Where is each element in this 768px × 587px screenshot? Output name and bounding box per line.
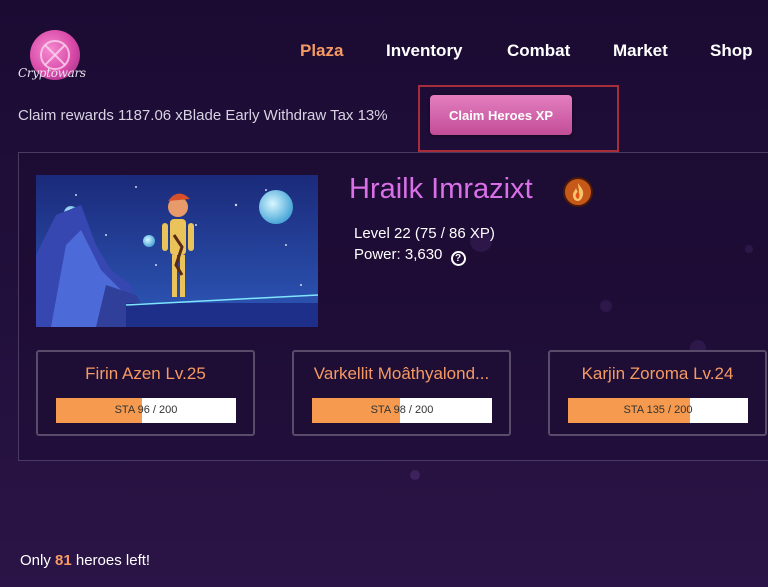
party-hero-card[interactable]: Varkellit Moâthyalond... STA 98 / 200 [292, 350, 511, 436]
nav-shop[interactable]: Shop [710, 41, 753, 61]
hero-level: Level 22 (75 / 86 XP) [354, 225, 495, 242]
claim-rewards-text: Claim rewards 1187.06 xBlade Early Withd… [18, 107, 388, 124]
stamina-bar: STA 96 / 200 [56, 398, 236, 423]
hero-name: Hrailk Imrazixt [349, 173, 533, 205]
stamina-text: STA 135 / 200 [623, 404, 693, 416]
nav-plaza[interactable]: Plaza [300, 41, 343, 61]
stamina-bar: STA 98 / 200 [312, 398, 492, 423]
logo-text: Cryptowars [18, 66, 86, 80]
nav-market[interactable]: Market [613, 41, 668, 61]
party-hero-name: Firin Azen Lv.25 [85, 364, 206, 383]
heroes-left-text: Only 81 heroes left! [20, 552, 150, 569]
stamina-text: STA 98 / 200 [370, 404, 434, 416]
stamina-bar: STA 135 / 200 [568, 398, 748, 423]
stamina-text: STA 96 / 200 [114, 404, 178, 416]
hero-power: Power: 3,630 ? [354, 246, 466, 266]
nav-combat[interactable]: Combat [507, 41, 570, 61]
hero-portrait[interactable] [36, 175, 318, 327]
party-hero-name: Karjin Zoroma Lv.24 [581, 364, 734, 383]
party-hero-card[interactable]: Karjin Zoroma Lv.24 STA 135 / 200 [548, 350, 767, 436]
bg-dot [410, 470, 420, 480]
heroes-left-prefix: Only [20, 552, 51, 569]
hero-power-value: Power: 3,630 [354, 246, 443, 263]
fire-element-icon [563, 177, 593, 207]
heroes-left-count: 81 [55, 552, 72, 569]
cryptowars-logo[interactable]: Cryptowars [18, 30, 98, 86]
party-hero-name: Varkellit Moâthyalond... [313, 364, 490, 383]
heroes-left-suffix: heroes left! [75, 552, 151, 569]
claim-heroes-xp-button[interactable]: Claim Heroes XP [430, 95, 572, 135]
help-icon[interactable]: ? [450, 251, 466, 266]
party-hero-card[interactable]: Firin Azen Lv.25 STA 96 / 200 [36, 350, 255, 436]
nav-inventory[interactable]: Inventory [386, 41, 463, 61]
